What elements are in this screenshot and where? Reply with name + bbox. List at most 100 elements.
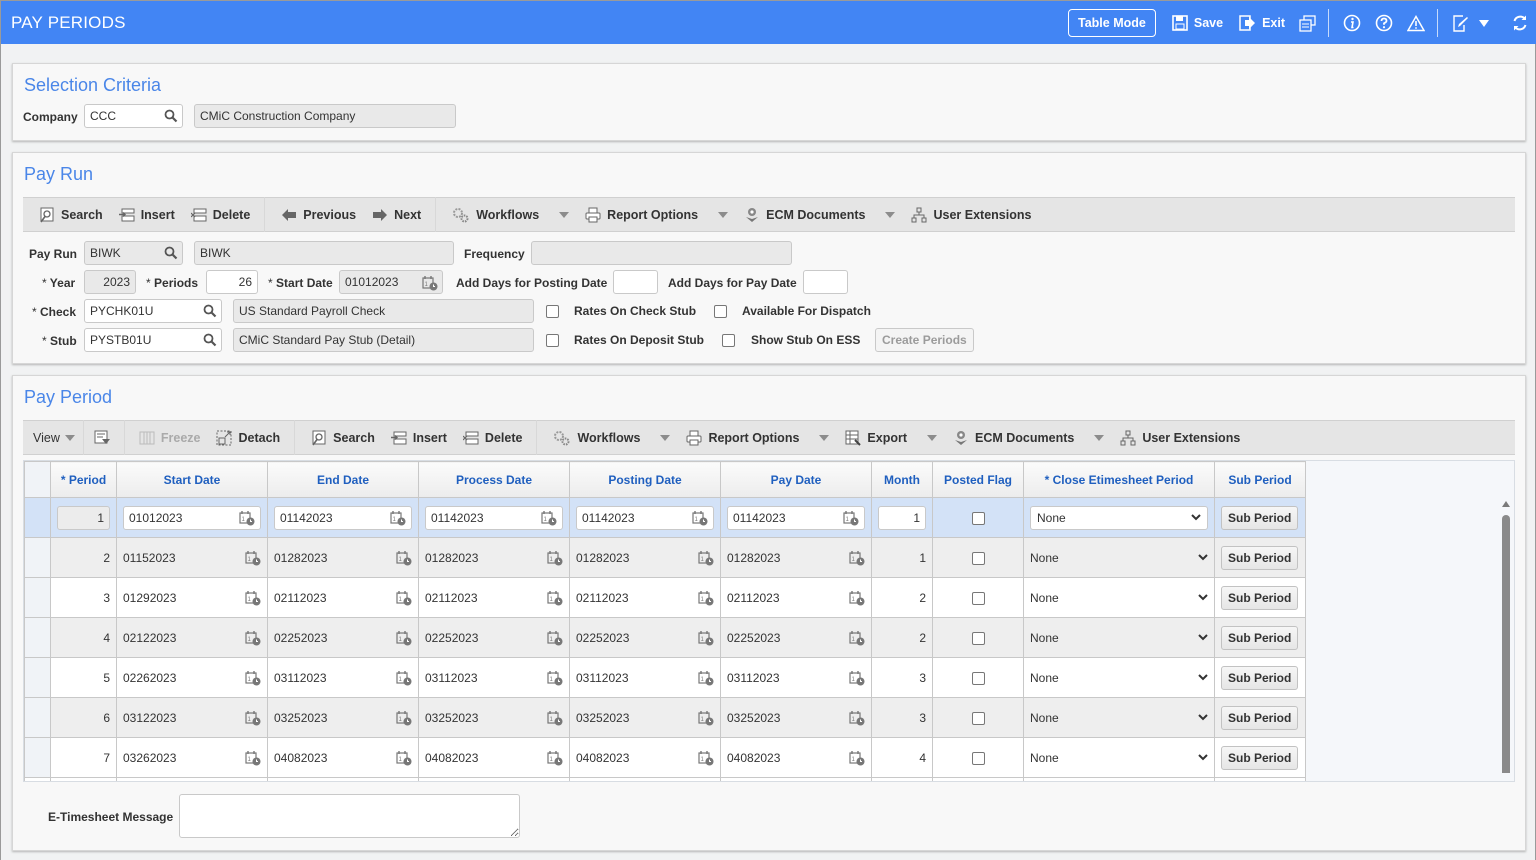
pay-period-insert-button[interactable]: Insert (391, 430, 447, 446)
column-header-month[interactable]: Month (871, 461, 933, 498)
table-row[interactable]: 7 03262023 04082023 04082023 04082023 0408202… (24, 737, 1306, 778)
cell-pay-date[interactable]: 04082023 (720, 737, 872, 778)
cell-start-date[interactable]: 03262023 (116, 737, 268, 778)
column-header-start-date[interactable]: Start Date (116, 461, 268, 498)
table-row[interactable]: 6 03122023 03252023 03252023 03252023 0325202… (24, 697, 1306, 738)
detach-button[interactable]: Detach (216, 430, 280, 446)
cell-start-date[interactable]: 03122023 (116, 697, 268, 738)
row-selector[interactable] (24, 617, 51, 658)
posting-date-input[interactable]: 01142023 (576, 505, 714, 530)
save-button[interactable]: Save (1172, 15, 1223, 31)
cell-end-date[interactable]: 01282023 (267, 537, 419, 578)
calendar-icon[interactable] (698, 670, 714, 686)
end-date-input[interactable]: 01142023 (274, 505, 412, 530)
calendar-icon[interactable] (698, 630, 714, 646)
cell-period[interactable]: 6 (50, 697, 117, 738)
close-etimesheet-period-select[interactable]: None (1030, 711, 1208, 725)
sub-period-button[interactable]: Sub Period (1221, 665, 1299, 690)
table-row[interactable]: 3 01292023 02112023 02112023 02112023 0211202… (24, 577, 1306, 618)
rates-on-deposit-stub-checkbox[interactable] (546, 334, 559, 347)
calendar-icon[interactable] (698, 710, 714, 726)
cell-start-date[interactable]: 01152023 (116, 537, 268, 578)
freeze-button[interactable]: Freeze (139, 430, 200, 446)
exit-button[interactable]: Exit (1239, 15, 1285, 31)
search-icon[interactable] (164, 246, 178, 260)
pay-run-insert-button[interactable]: Insert (119, 207, 175, 223)
cell-process-date[interactable]: 01282023 (418, 537, 570, 578)
cell-period[interactable]: 3 (50, 577, 117, 618)
cell-start-date[interactable]: 01292023 (116, 577, 268, 618)
posted-flag-checkbox[interactable] (971, 511, 985, 525)
row-selector[interactable] (24, 537, 51, 578)
column-header-posted-flag[interactable]: Posted Flag (932, 461, 1024, 498)
calendar-icon[interactable] (245, 630, 261, 646)
sub-period-button[interactable]: Sub Period (1221, 705, 1299, 730)
pay-run-delete-button[interactable]: Delete (191, 207, 250, 223)
close-etimesheet-period-select[interactable]: None (1030, 671, 1208, 685)
cell-month[interactable]: 1 (871, 537, 933, 578)
edit-button[interactable] (1452, 14, 1469, 32)
create-periods-button[interactable]: Create Periods (875, 328, 974, 352)
calendar-icon[interactable] (849, 630, 865, 646)
cell-posting-date[interactable]: 02252023 (569, 617, 721, 658)
posted-flag-checkbox[interactable] (971, 711, 985, 725)
calendar-icon[interactable] (245, 590, 261, 606)
table-row[interactable]: 1 01012023 01142023 01142023 01142023 0114202… (24, 497, 1306, 538)
column-header-period[interactable]: * Period (50, 461, 117, 498)
calendar-icon[interactable] (849, 710, 865, 726)
posted-flag-checkbox[interactable] (971, 631, 985, 645)
show-stub-on-ess-checkbox[interactable] (722, 334, 735, 347)
cell-pay-date[interactable]: 03112023 (720, 657, 872, 698)
query-by-example-button[interactable] (94, 430, 116, 446)
pay-period-user-extensions-button[interactable]: User Extensions (1120, 430, 1240, 446)
calendar-icon[interactable] (245, 750, 261, 766)
warning-button[interactable] (1407, 14, 1425, 32)
cell-process-date[interactable]: 02112023 (418, 577, 570, 618)
close-etimesheet-period-select[interactable]: None (1030, 631, 1208, 645)
calendar-icon[interactable] (541, 510, 557, 526)
pay-run-workflows-button[interactable]: Workflows (452, 207, 570, 223)
cell-month[interactable]: 3 (871, 657, 933, 698)
calendar-icon[interactable] (245, 670, 261, 686)
calendar-icon[interactable] (692, 510, 708, 526)
cell-end-date[interactable]: 03112023 (267, 657, 419, 698)
sub-period-button[interactable]: Sub Period (1221, 545, 1299, 570)
view-menu-button[interactable]: View (33, 431, 75, 445)
pay-run-previous-button[interactable]: Previous (281, 207, 356, 223)
calendar-icon[interactable] (849, 750, 865, 766)
scrollbar-thumb[interactable] (1502, 515, 1510, 773)
cell-end-date[interactable]: 04082023 (267, 737, 419, 778)
sub-period-button[interactable]: Sub Period (1221, 625, 1299, 650)
posted-flag-checkbox[interactable] (971, 751, 985, 765)
calendar-icon[interactable] (396, 550, 412, 566)
calendar-icon[interactable] (547, 710, 563, 726)
month-input[interactable]: 1 (878, 505, 926, 530)
search-icon[interactable] (203, 333, 217, 347)
calendar-icon[interactable] (396, 710, 412, 726)
cell-posting-date[interactable]: 02112023 (569, 577, 721, 618)
help-button[interactable] (1375, 14, 1393, 32)
cell-end-date[interactable]: 02112023 (267, 577, 419, 618)
calendar-icon[interactable] (547, 670, 563, 686)
stub-code-field[interactable]: PYSTB01U (84, 328, 222, 352)
cell-process-date[interactable]: 03112023 (418, 657, 570, 698)
pay-period-delete-button[interactable]: Delete (463, 430, 522, 446)
pay-period-report-options-button[interactable]: Report Options (686, 430, 830, 446)
calendar-icon[interactable] (396, 630, 412, 646)
column-header-pay-date[interactable]: Pay Date (720, 461, 872, 498)
table-row[interactable]: 2 01152023 01282023 01282023 01282023 0128202… (24, 537, 1306, 578)
calendar-icon[interactable] (849, 550, 865, 566)
calendar-icon[interactable] (547, 590, 563, 606)
pay-run-search-button[interactable]: Search (39, 207, 103, 223)
calendar-icon[interactable] (245, 550, 261, 566)
sub-period-button[interactable]: Sub Period (1221, 505, 1299, 530)
table-mode-button[interactable]: Table Mode (1068, 9, 1156, 37)
calendar-icon[interactable] (849, 670, 865, 686)
info-button[interactable] (1343, 14, 1361, 32)
export-button[interactable]: Export (845, 430, 937, 446)
cell-month[interactable]: 2 (871, 617, 933, 658)
start-date-input[interactable]: 01012023 (123, 505, 261, 530)
row-selector[interactable] (24, 737, 51, 778)
cell-month[interactable]: 4 (871, 737, 933, 778)
cell-process-date[interactable]: 04082023 (418, 737, 570, 778)
